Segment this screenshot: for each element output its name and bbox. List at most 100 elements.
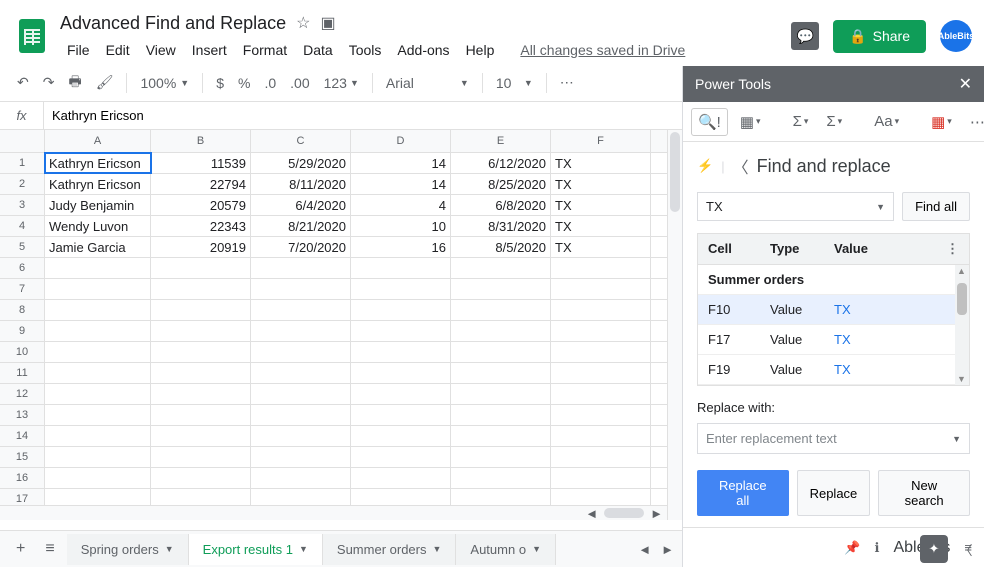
cell[interactable] <box>251 426 351 446</box>
explore-icon[interactable]: ✦ <box>920 535 948 563</box>
cell[interactable] <box>45 447 151 467</box>
result-row[interactable]: F19ValueTX <box>698 355 955 385</box>
increase-decimal[interactable]: .00 <box>285 71 314 95</box>
row-header[interactable]: 4 <box>0 216 45 236</box>
results-more-icon[interactable]: ⋮ <box>936 234 969 264</box>
cell[interactable]: Jamie Garcia <box>45 237 151 257</box>
cell[interactable] <box>251 321 351 341</box>
cell[interactable]: 14 <box>351 174 451 194</box>
more-toolbar-icon[interactable]: ⋯ <box>555 70 579 95</box>
cell[interactable] <box>551 279 651 299</box>
row-header[interactable]: 14 <box>0 426 45 446</box>
select-all-corner[interactable] <box>0 130 45 152</box>
cell[interactable] <box>451 426 551 446</box>
cell[interactable] <box>551 300 651 320</box>
cell[interactable] <box>351 363 451 383</box>
col-value[interactable]: Value <box>824 234 936 264</box>
row-header[interactable]: 1 <box>0 153 45 173</box>
cell[interactable] <box>451 300 551 320</box>
row-header[interactable]: 7 <box>0 279 45 299</box>
col-type[interactable]: Type <box>760 234 824 264</box>
tool-more-icon[interactable]: ⋯ <box>964 109 984 135</box>
cell[interactable] <box>45 300 151 320</box>
cell[interactable] <box>551 363 651 383</box>
help-icon[interactable]: ℹ <box>875 540 880 556</box>
cell[interactable] <box>45 258 151 278</box>
add-sheet-icon[interactable]: + <box>8 534 33 564</box>
cell[interactable] <box>45 468 151 488</box>
cell[interactable] <box>351 300 451 320</box>
cell[interactable]: 22794 <box>151 174 251 194</box>
cell[interactable] <box>451 258 551 278</box>
close-icon[interactable]: ✕ <box>959 74 972 94</box>
print-icon[interactable]: 🖶 <box>63 67 86 99</box>
chevron-down-icon[interactable]: ▼ <box>432 544 441 554</box>
row-header[interactable]: 3 <box>0 195 45 215</box>
menu-tools[interactable]: Tools <box>342 38 389 62</box>
cell[interactable] <box>45 405 151 425</box>
cell[interactable] <box>45 279 151 299</box>
cell[interactable] <box>251 447 351 467</box>
cell[interactable] <box>351 342 451 362</box>
cell[interactable] <box>151 342 251 362</box>
search-value-select[interactable]: TX▼ <box>697 192 894 221</box>
cell[interactable] <box>451 405 551 425</box>
cell[interactable] <box>451 321 551 341</box>
new-search-button[interactable]: New search <box>878 470 970 516</box>
cell[interactable] <box>251 258 351 278</box>
row-header[interactable]: 6 <box>0 258 45 278</box>
cell[interactable] <box>251 279 351 299</box>
cell[interactable] <box>551 258 651 278</box>
col-header[interactable]: A <box>45 130 151 152</box>
menu-format[interactable]: Format <box>236 38 294 62</box>
col-header[interactable]: D <box>351 130 451 152</box>
undo-icon[interactable]: ↶ <box>12 70 34 95</box>
cell[interactable]: 8/11/2020 <box>251 174 351 194</box>
replace-all-button[interactable]: Replace all <box>697 470 789 516</box>
replace-button[interactable]: Replace <box>797 470 871 516</box>
col-cell[interactable]: Cell <box>698 234 760 264</box>
sheet-tab[interactable]: Spring orders▼ <box>67 534 189 565</box>
save-status[interactable]: All changes saved in Drive <box>513 38 692 62</box>
cell[interactable] <box>451 447 551 467</box>
sheet-tab[interactable]: Summer orders▼ <box>323 534 457 565</box>
col-header[interactable]: B <box>151 130 251 152</box>
cell[interactable]: TX <box>551 237 651 257</box>
cell[interactable] <box>451 342 551 362</box>
tool-clear-icon[interactable]: ▦▾ <box>925 109 958 135</box>
tool-find-icon[interactable]: 🔍! <box>691 108 728 136</box>
cell[interactable] <box>551 468 651 488</box>
menu-data[interactable]: Data <box>296 38 340 62</box>
sheets-logo[interactable] <box>12 16 52 56</box>
tab-scroll-right-icon[interactable]: ► <box>661 542 674 557</box>
cell[interactable]: 11539 <box>151 153 251 173</box>
cell[interactable] <box>251 363 351 383</box>
decrease-decimal[interactable]: .0 <box>259 71 281 95</box>
account-avatar[interactable]: AbleBits <box>940 20 972 52</box>
menu-insert[interactable]: Insert <box>185 38 234 62</box>
font-size-select[interactable]: 10▼ <box>491 71 538 95</box>
row-header[interactable]: 2 <box>0 174 45 194</box>
tool-table-icon[interactable]: ▦▾ <box>734 109 767 135</box>
result-row[interactable]: F10ValueTX <box>698 295 955 325</box>
cell[interactable]: 20579 <box>151 195 251 215</box>
all-sheets-icon[interactable]: ≡ <box>37 534 62 564</box>
cell[interactable]: 6/4/2020 <box>251 195 351 215</box>
cell[interactable]: 6/8/2020 <box>451 195 551 215</box>
cell[interactable] <box>351 405 451 425</box>
row-header[interactable]: 11 <box>0 363 45 383</box>
cell[interactable] <box>151 300 251 320</box>
row-header[interactable]: 10 <box>0 342 45 362</box>
pin-icon[interactable]: 📌 <box>844 540 860 556</box>
cell[interactable]: TX <box>551 195 651 215</box>
results-scrollbar[interactable]: ▲ ▼ <box>955 265 969 385</box>
tab-scroll-left-icon[interactable]: ◄ <box>638 542 651 557</box>
col-header[interactable]: C <box>251 130 351 152</box>
tool-text-icon[interactable]: Aa▾ <box>868 109 905 134</box>
chevron-down-icon[interactable]: ▼ <box>532 544 541 554</box>
horizontal-scrollbar[interactable]: ◄► <box>0 505 667 520</box>
cell[interactable] <box>351 468 451 488</box>
find-all-button[interactable]: Find all <box>902 192 970 221</box>
tool-sum-icon[interactable]: Σ▾ <box>787 109 815 134</box>
cell[interactable] <box>351 384 451 404</box>
